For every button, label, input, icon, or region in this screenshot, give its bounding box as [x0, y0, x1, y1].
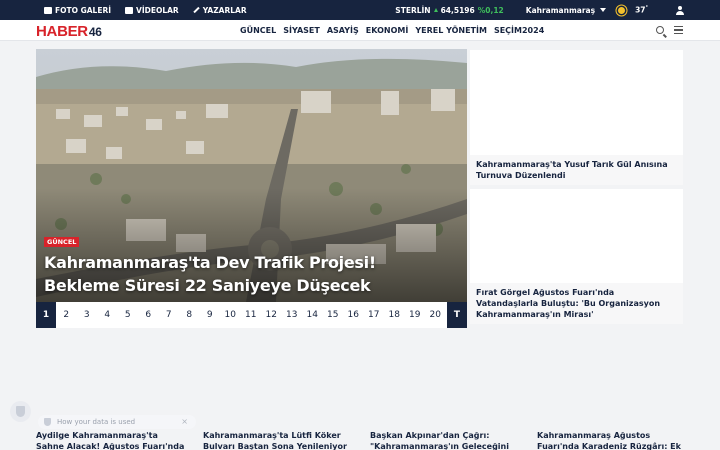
page-button-2[interactable]: 2	[56, 302, 77, 328]
page-button-20[interactable]: 20	[425, 302, 446, 328]
page-button-1[interactable]: 1	[36, 302, 56, 328]
arrow-up-icon	[433, 8, 438, 12]
logo-text: HABER	[36, 23, 88, 40]
logo-number: 46	[88, 25, 102, 39]
photo-gallery-link[interactable]: FOTO GALERİ	[44, 6, 111, 15]
temperature: 37°	[635, 5, 648, 15]
privacy-notice[interactable]: How your data is used ×	[38, 415, 196, 429]
slider-pagination: 1 2 3 4 5 6 7 8 9 10 11 12 13 14 15 16 1…	[36, 302, 467, 328]
menu-item-asayis[interactable]: ASAYİŞ	[327, 26, 359, 35]
top-bar: FOTO GALERİ VİDEOLAR YAZARLAR STERLİN 64…	[0, 0, 720, 20]
temperature-unit: °	[645, 5, 649, 12]
page-button-9[interactable]: 9	[200, 302, 221, 328]
news-item-title[interactable]: Kahramanmaraş'ta Lütfi Köker Bulvarı Baş…	[203, 430, 352, 450]
side-news-title[interactable]: Fırat Görgel Ağustos Fuarı'nda Vatandaşl…	[470, 283, 683, 324]
side-news-card[interactable]: Kahramanmaraş'ta Yusuf Tarık Gül Anısına…	[470, 50, 683, 185]
page-button-11[interactable]: 11	[241, 302, 262, 328]
page-button-8[interactable]: 8	[179, 302, 200, 328]
videos-label: VİDEOLAR	[136, 5, 179, 15]
privacy-notice-text: How your data is used	[57, 418, 136, 426]
side-news-title[interactable]: Kahramanmaraş'ta Yusuf Tarık Gül Anısına…	[470, 155, 683, 185]
main-header: HABER46 GÜNCEL SİYASET ASAYİŞ EKONOMİ YE…	[0, 20, 720, 41]
page-button-12[interactable]: 12	[261, 302, 282, 328]
privacy-shield-icon[interactable]	[10, 401, 31, 422]
page-button-18[interactable]: 18	[384, 302, 405, 328]
topbar-right: STERLİN 64,5196 %0,12 Kahramanmaraş 37°	[395, 0, 720, 20]
videos-link[interactable]: VİDEOLAR	[125, 6, 179, 15]
temperature-value: 37	[635, 5, 646, 15]
currency-label: STERLİN	[395, 5, 431, 15]
page-button-3[interactable]: 3	[77, 302, 98, 328]
authors-link[interactable]: YAZARLAR	[193, 6, 247, 15]
authors-label: YAZARLAR	[202, 5, 247, 15]
news-item-title[interactable]: Kahramanmaraş Ağustos Fuarı'nda Karadeni…	[537, 430, 686, 450]
page-button-10[interactable]: 10	[220, 302, 241, 328]
sun-icon	[618, 6, 626, 14]
camera-icon	[44, 6, 52, 14]
close-icon[interactable]: ×	[181, 417, 188, 426]
page-button-19[interactable]: 19	[405, 302, 426, 328]
news-grid: Aydilge Kahramanmaraş'ta Sahne Alacak! A…	[36, 430, 686, 450]
menu-item-siyaset[interactable]: SİYASET	[283, 26, 320, 35]
page-button-7[interactable]: 7	[159, 302, 180, 328]
user-icon[interactable]	[676, 5, 684, 15]
menu-item-guncel[interactable]: GÜNCEL	[240, 26, 276, 35]
hamburger-menu-icon[interactable]	[674, 26, 683, 34]
page-button-17[interactable]: 17	[364, 302, 385, 328]
page-button-16[interactable]: 16	[343, 302, 364, 328]
main-menu: GÜNCEL SİYASET ASAYİŞ EKONOMİ YEREL YÖNE…	[240, 20, 544, 41]
city-selector[interactable]: Kahramanmaraş	[526, 6, 595, 15]
photo-gallery-label: FOTO GALERİ	[55, 5, 112, 15]
page-button-4[interactable]: 4	[97, 302, 118, 328]
shield-icon	[44, 418, 51, 426]
page-button-all[interactable]: T	[447, 302, 467, 328]
menu-item-secim2024[interactable]: SEÇİM2024	[494, 26, 544, 35]
menu-item-ekonomi[interactable]: EKONOMİ	[366, 26, 409, 35]
news-item-title[interactable]: Aydilge Kahramanmaraş'ta Sahne Alacak! A…	[36, 430, 185, 450]
top-links: FOTO GALERİ VİDEOLAR YAZARLAR	[44, 0, 247, 20]
page-button-13[interactable]: 13	[282, 302, 303, 328]
headline-title[interactable]: Kahramanmaraş'ta Dev Trafik Projesi! Bek…	[44, 251, 454, 297]
category-badge[interactable]: GÜNCEL	[44, 237, 80, 247]
site-logo[interactable]: HABER46	[36, 23, 102, 40]
currency-value: 64,5196	[440, 5, 475, 15]
news-item-title[interactable]: Başkan Akpınar'dan Çağrı: "Kahramanmaraş…	[370, 430, 519, 450]
page-button-15[interactable]: 15	[323, 302, 344, 328]
side-news-card[interactable]: Fırat Görgel Ağustos Fuarı'nda Vatandaşl…	[470, 189, 683, 324]
page-button-6[interactable]: 6	[138, 302, 159, 328]
search-icon[interactable]	[656, 26, 664, 34]
currency-change: %0,12	[477, 5, 504, 15]
menu-item-yerel-yonetim[interactable]: YEREL YÖNETİM	[415, 26, 487, 35]
page-button-14[interactable]: 14	[302, 302, 323, 328]
video-icon	[125, 6, 134, 14]
page-button-5[interactable]: 5	[118, 302, 139, 328]
headline-image[interactable]: GÜNCEL Kahramanmaraş'ta Dev Trafik Proje…	[36, 49, 467, 302]
pen-icon	[193, 6, 200, 14]
headline-slider[interactable]: GÜNCEL Kahramanmaraş'ta Dev Trafik Proje…	[36, 49, 467, 328]
chevron-down-icon[interactable]	[600, 8, 607, 12]
